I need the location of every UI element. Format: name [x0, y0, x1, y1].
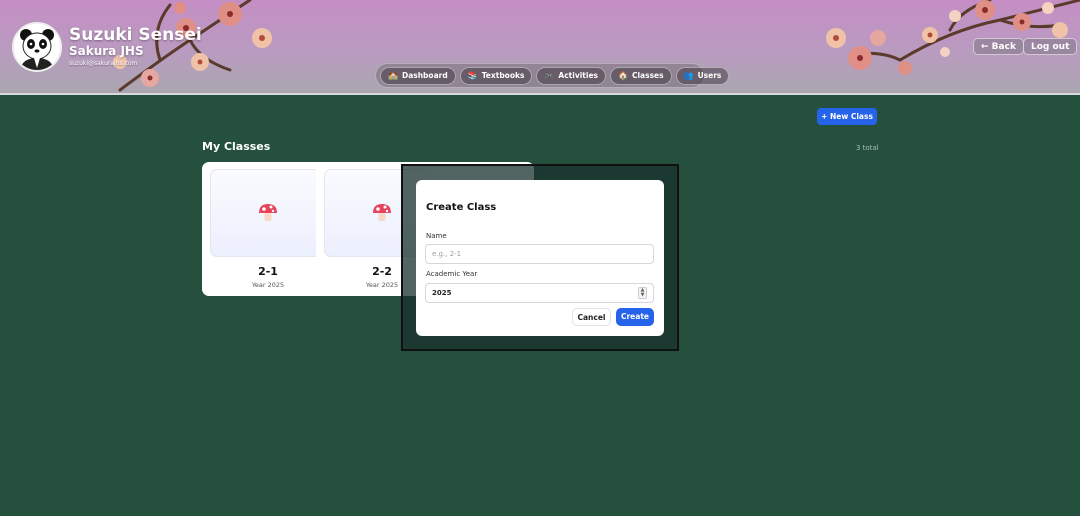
chevron-down-icon[interactable]: ▼	[641, 293, 645, 298]
gamepad-icon: 🎮	[544, 71, 555, 80]
nav-dashboard[interactable]: 🏫 Dashboard	[380, 66, 456, 85]
nav-label: Classes	[631, 71, 664, 80]
panda-icon	[20, 29, 54, 70]
nav-label: Textbooks	[481, 71, 525, 80]
section-title: My Classes	[202, 140, 271, 153]
class-card-image	[210, 169, 326, 257]
new-class-button[interactable]: + New Class	[817, 108, 877, 125]
users-icon: 👥	[683, 71, 694, 80]
school-icon: 🏫	[388, 71, 398, 80]
avatar[interactable]	[12, 22, 62, 72]
main-nav: 🏫 Dashboard 📚 Textbooks 🎮 Activities 🏠 C…	[375, 63, 730, 88]
dialog-title: Create Class	[426, 202, 497, 213]
nav-classes[interactable]: 🏠 Classes	[610, 66, 672, 85]
nav-textbooks[interactable]: 📚 Textbooks	[459, 66, 533, 85]
nav-activities[interactable]: 🎮 Activities	[536, 66, 606, 85]
teacher-name: Suzuki Sensei	[69, 25, 202, 45]
create-class-dialog: Create Class Name Academic Year ▲ ▼ Canc…	[416, 180, 664, 336]
cancel-button[interactable]: Cancel	[572, 308, 611, 326]
nav-label: Users	[697, 71, 722, 80]
name-input[interactable]	[425, 244, 654, 264]
create-button[interactable]: Create	[616, 308, 654, 326]
mushroom-icon	[259, 204, 277, 221]
name-label: Name	[426, 232, 447, 240]
nav-label: Dashboard	[401, 71, 448, 80]
house-icon: 🏠	[618, 71, 628, 80]
app-header: Suzuki Sensei Sakura JHS suzuki@sakurajh…	[0, 0, 1080, 95]
teacher-email: suzuki@sakurajhs.com	[69, 60, 138, 67]
books-icon: 📚	[467, 71, 478, 80]
class-card-2-1[interactable]: 2-1 Year 2025	[202, 162, 334, 296]
mushroom-icon	[373, 204, 391, 221]
class-count: 3 total	[856, 144, 879, 152]
school-name: Sakura JHS	[69, 44, 144, 58]
class-year: Year 2025	[251, 281, 285, 289]
year-stepper[interactable]: ▲ ▼	[638, 287, 647, 299]
back-button[interactable]: ← Back	[973, 38, 1024, 55]
academic-year-label: Academic Year	[426, 270, 478, 278]
academic-year-input[interactable]	[425, 283, 654, 303]
class-name: 2-1	[258, 265, 278, 278]
nav-users[interactable]: 👥 Users	[675, 66, 730, 85]
nav-label: Activities	[558, 71, 598, 80]
logout-button[interactable]: Log out	[1023, 38, 1078, 55]
